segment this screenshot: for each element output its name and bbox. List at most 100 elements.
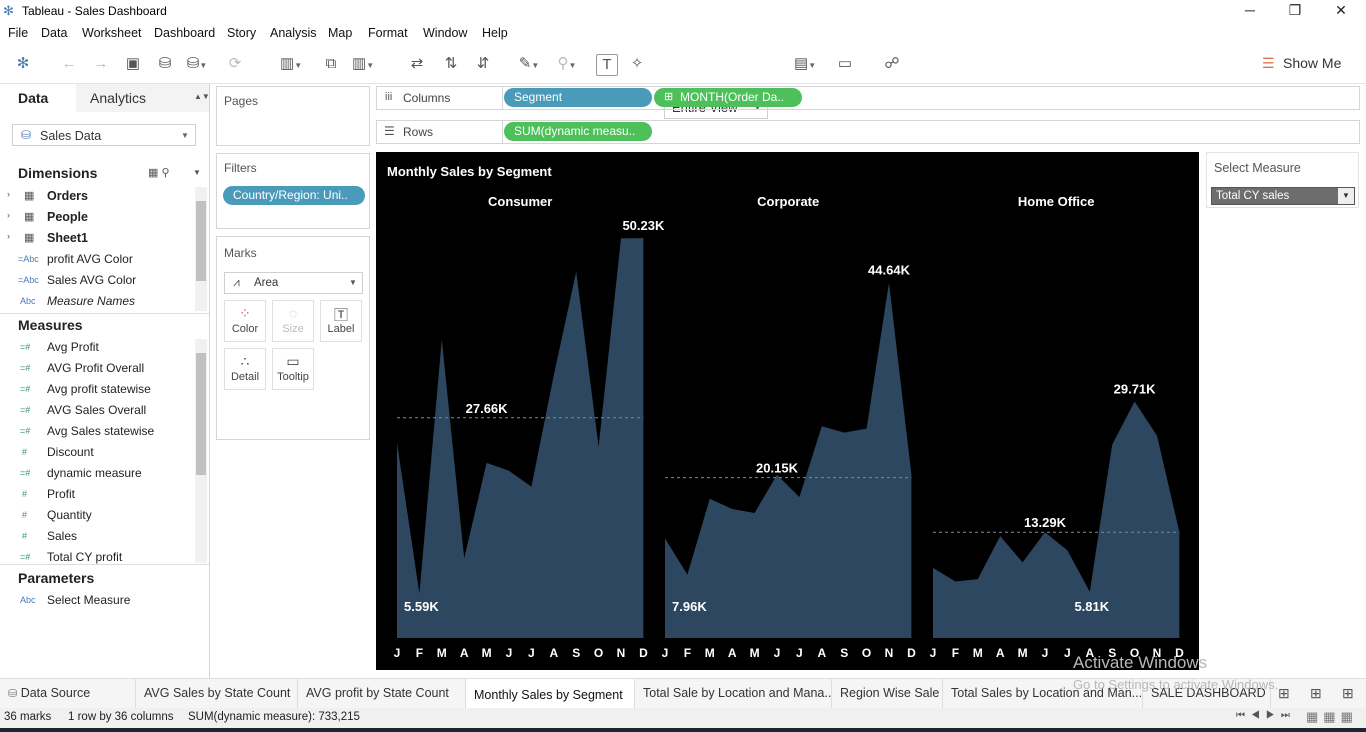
expand-icon[interactable]: ⊞ [664,88,673,107]
menu-bar: File Data Worksheet Dashboard Story Anal… [0,22,1366,44]
view-toggle-icon[interactable]: ▦ ⚲ [148,166,170,179]
menu-window[interactable]: Window [423,26,467,40]
rows-shelf[interactable]: ☰ Rows SUM(dynamic measu.. [376,120,1360,144]
taskbar [0,728,1366,732]
show-me-icon[interactable]: ☰ [1262,55,1275,72]
menu-dashboard[interactable]: Dashboard [154,26,215,40]
filters-card[interactable]: Filters Country/Region: Uni.. [216,153,370,229]
list-item[interactable]: =# dynamic measure [0,465,196,483]
filter-pill[interactable]: Country/Region: Uni.. [223,186,365,205]
pages-card[interactable]: Pages [216,86,370,146]
list-item[interactable]: =Abc profit AVG Color [0,251,196,269]
field-label: Avg profit statewise [47,382,151,396]
undo-icon[interactable]: ← [58,54,80,76]
list-item[interactable]: =Abc Sales AVG Color [0,272,196,290]
new-datasource-icon[interactable]: ⛁ [154,54,176,76]
sort-descending-icon[interactable]: ⇵ [472,54,494,76]
mark-type-dropdown[interactable]: ⩘ Area ▼ [224,272,363,294]
menu-map[interactable]: Map [328,26,352,40]
show-me-button[interactable]: Show Me [1283,55,1341,71]
show-mark-labels-icon[interactable]: T [596,54,618,76]
tableau-home-icon[interactable]: ✻ [12,54,34,76]
menu-story[interactable]: Story [227,26,256,40]
list-item[interactable]: =# Avg Profit [0,339,196,357]
field-label: AVG Profit Overall [47,361,145,375]
detail-button[interactable]: ∴ Detail [224,348,266,390]
month-pill[interactable]: ⊞ MONTH(Order Da.. [654,88,802,107]
menu-data[interactable]: Data [41,26,67,40]
menu-help[interactable]: Help [482,26,508,40]
list-item[interactable]: › ▦ Orders [0,188,196,206]
chevron-right-icon[interactable]: › [7,231,10,241]
minimize-button[interactable]: ─ [1238,2,1262,20]
list-item[interactable]: =# Avg Sales statewise [0,423,196,441]
measure-pill[interactable]: SUM(dynamic measu.. [504,122,652,141]
list-item[interactable]: =# Avg profit statewise [0,381,196,399]
parameter-dropdown[interactable]: Total CY sales ▼ [1211,187,1355,205]
chevron-down-icon[interactable]: ▼ [193,168,201,177]
list-item[interactable]: Abc Measure Names [0,293,196,311]
maximize-button[interactable]: ❐ [1283,2,1307,20]
fix-axes-icon[interactable]: ✧ [626,54,648,76]
list-item[interactable]: # Sales [0,528,196,546]
measures-scrollbar[interactable] [195,339,207,563]
scrollbar-thumb[interactable] [196,353,206,475]
size-button[interactable]: ◌ Size [272,300,314,342]
group-members-icon[interactable]: ⚲▼ [556,54,578,76]
sort-ascending-icon[interactable]: ⇅ [440,54,462,76]
presentation-mode-icon[interactable]: ▭ [834,54,856,76]
list-item[interactable]: =# AVG Sales Overall [0,402,196,420]
sheet-navigation-icon[interactable]: ⏮◀▶⏭ [1236,710,1296,721]
menu-analysis[interactable]: Analysis [270,26,317,40]
tooltip-button[interactable]: ▭ Tooltip [272,348,314,390]
data-label: 50.23K [622,218,665,233]
tab-sheet-active[interactable]: Monthly Sales by Segment [466,679,635,708]
clear-sheet-icon[interactable]: ▥▼ [352,54,374,76]
tab-sheet[interactable]: Total Sale by Location and Mana... [635,679,832,708]
list-item[interactable]: › ▦ People [0,209,196,227]
share-icon[interactable]: ☍ [881,54,903,76]
viz-canvas[interactable]: Monthly Sales by Segment Consumer 5.59K 27… [376,152,1199,670]
new-dashboard-icon[interactable]: ⊞ [1310,685,1322,702]
menu-worksheet[interactable]: Worksheet [82,26,142,40]
segment-pill[interactable]: Segment [504,88,652,107]
color-button[interactable]: ⁘ Color [224,300,266,342]
columns-shelf[interactable]: iii Columns Segment ⊞ MONTH(Order Da.. [376,86,1360,110]
refresh-icon[interactable]: ⟳ [224,54,246,76]
list-item[interactable]: › ▦ Sheet1 [0,230,196,248]
tab-sheet[interactable]: AVG Sales by State Count [136,679,298,708]
highlight-icon[interactable]: ✎▼ [518,54,540,76]
list-item[interactable]: # Discount [0,444,196,462]
new-story-icon[interactable]: ⊞ [1342,685,1354,702]
close-button[interactable]: ✕ [1329,2,1353,20]
menu-format[interactable]: Format [368,26,408,40]
chevron-right-icon[interactable]: › [7,210,10,220]
label-button[interactable]: 🅃 Label [320,300,362,342]
show-cards-icon[interactable]: ▤▼ [794,54,816,76]
tab-analytics[interactable]: Analytics ▲▼ [76,84,210,112]
datasource-selector[interactable]: ⛁ Sales Data ▼ [12,124,196,146]
save-icon[interactable]: ▣ [122,54,144,76]
tab-data[interactable]: Data [0,84,76,112]
pause-updates-icon[interactable]: ⛁▼ [186,54,208,76]
dimensions-scrollbar[interactable] [195,187,207,311]
x-tick-label: A [996,646,1005,660]
duplicate-sheet-icon[interactable]: ⧉ [320,54,342,76]
list-item[interactable]: Abc Select Measure [0,592,196,610]
list-item[interactable]: =# AVG Profit Overall [0,360,196,378]
scrollbar-thumb[interactable] [196,201,206,281]
tab-data-source[interactable]: ⛁ Data Source [0,679,136,708]
chevron-right-icon[interactable]: › [7,189,10,199]
redo-icon[interactable]: → [90,54,112,76]
tab-sheet[interactable]: Region Wise Sale [832,679,943,708]
new-worksheet-icon[interactable]: ▥▼ [280,54,302,76]
list-item[interactable]: # Quantity [0,507,196,525]
area-chart[interactable]: Monthly Sales by Segment Consumer 5.59K 27… [376,152,1199,670]
sheet-view-icon[interactable]: ▦▦▦ [1306,709,1358,725]
menu-file[interactable]: File [8,26,28,40]
chevron-down-icon[interactable]: ▼ [1338,188,1354,204]
tab-sheet[interactable]: AVG profit by State Count [298,679,466,708]
swap-rows-columns-icon[interactable]: ⇄ [406,54,428,76]
collapse-icon[interactable]: ▲▼ [194,92,210,101]
list-item[interactable]: # Profit [0,486,196,504]
